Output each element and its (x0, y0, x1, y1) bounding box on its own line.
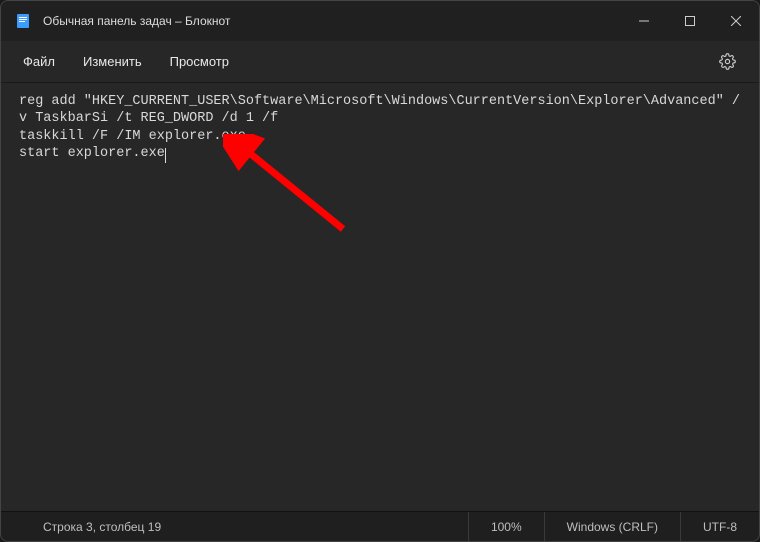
menu-edit[interactable]: Изменить (69, 46, 156, 77)
menu-file[interactable]: Файл (9, 46, 69, 77)
close-button[interactable] (713, 1, 759, 41)
maximize-button[interactable] (667, 1, 713, 41)
settings-button[interactable] (709, 44, 745, 80)
editor-line: start explorer.exe (19, 146, 165, 161)
menu-view[interactable]: Просмотр (156, 46, 243, 77)
minimize-button[interactable] (621, 1, 667, 41)
status-encoding[interactable]: UTF-8 (680, 512, 759, 541)
menubar: Файл Изменить Просмотр (1, 41, 759, 83)
window-title: Обычная панель задач – Блокнот (43, 14, 230, 28)
status-position: Строка 3, столбец 19 (1, 512, 183, 541)
notepad-app-icon (15, 13, 31, 29)
text-cursor (165, 148, 166, 163)
statusbar: Строка 3, столбец 19 100% Windows (CRLF)… (1, 511, 759, 541)
titlebar[interactable]: Обычная панель задач – Блокнот (1, 1, 759, 41)
text-editor[interactable]: reg add "HKEY_CURRENT_USER\Software\Micr… (1, 83, 759, 511)
status-zoom[interactable]: 100% (468, 512, 544, 541)
editor-line: taskkill /F /IM explorer.exe (19, 129, 246, 144)
editor-line: reg add "HKEY_CURRENT_USER\Software\Micr… (19, 94, 740, 126)
status-line-ending[interactable]: Windows (CRLF) (544, 512, 680, 541)
notepad-window: Обычная панель задач – Блокнот Файл Изме… (0, 0, 760, 542)
